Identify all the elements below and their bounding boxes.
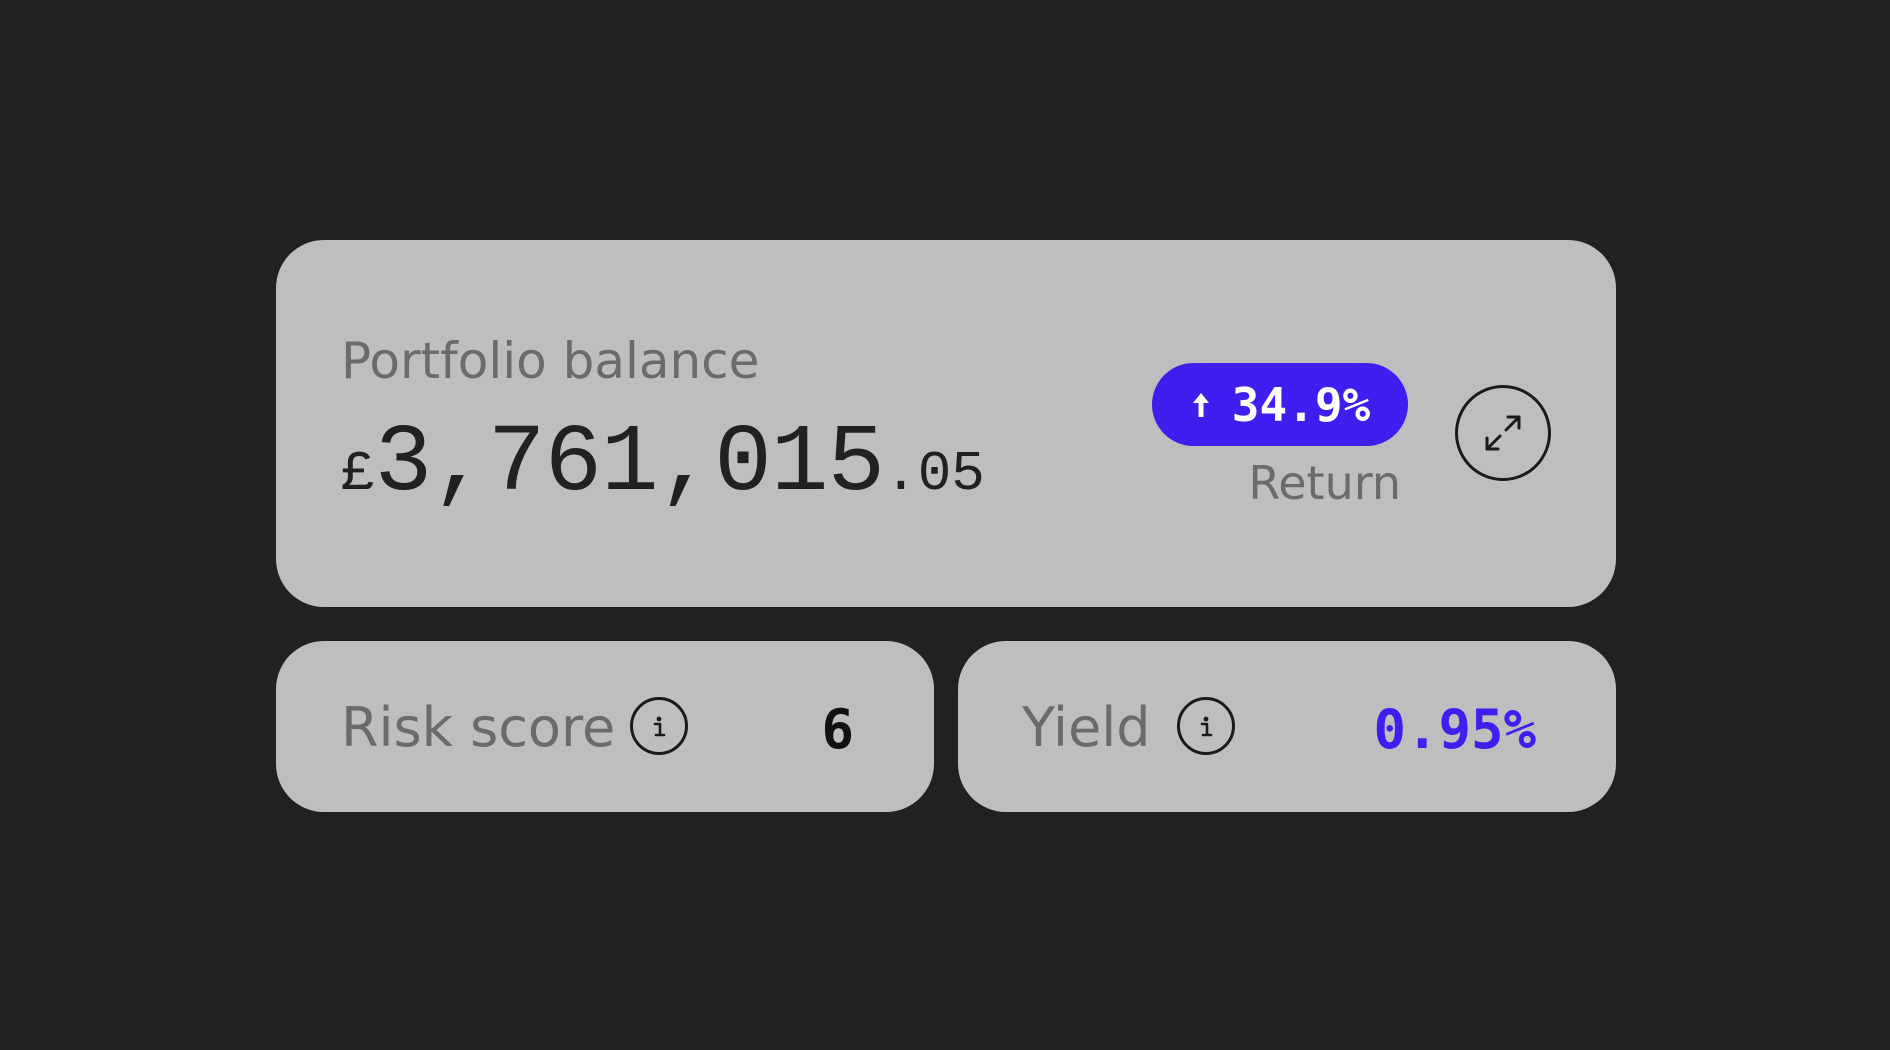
yield-info-button[interactable] <box>1177 697 1235 755</box>
return-label: Return <box>1248 456 1401 510</box>
risk-score-card: Risk score 6 <box>276 641 934 812</box>
yield-card: Yield 0.95% <box>958 641 1616 812</box>
info-icon <box>1191 711 1221 741</box>
yield-label: Yield <box>1022 696 1151 759</box>
expand-button[interactable] <box>1455 385 1551 481</box>
balance-integer: 3,761,015 <box>374 409 885 518</box>
yield-value: 0.95% <box>1373 698 1536 761</box>
portfolio-balance-label: Portfolio balance <box>341 332 760 390</box>
balance-decimal: .05 <box>884 442 985 506</box>
portfolio-balance-value: £ 3,761,015 .05 <box>341 416 985 512</box>
return-value: 34.9% <box>1231 377 1371 432</box>
info-icon <box>644 711 674 741</box>
risk-score-value: 6 <box>821 698 854 761</box>
risk-score-label: Risk score <box>341 696 616 759</box>
expand-icon <box>1478 408 1528 458</box>
portfolio-card: Portfolio balance £ 3,761,015 .05 34.9% … <box>276 240 1616 607</box>
up-arrow-icon <box>1190 391 1212 419</box>
return-badge: 34.9% <box>1152 363 1408 446</box>
currency-symbol: £ <box>341 442 375 506</box>
risk-info-button[interactable] <box>630 697 688 755</box>
